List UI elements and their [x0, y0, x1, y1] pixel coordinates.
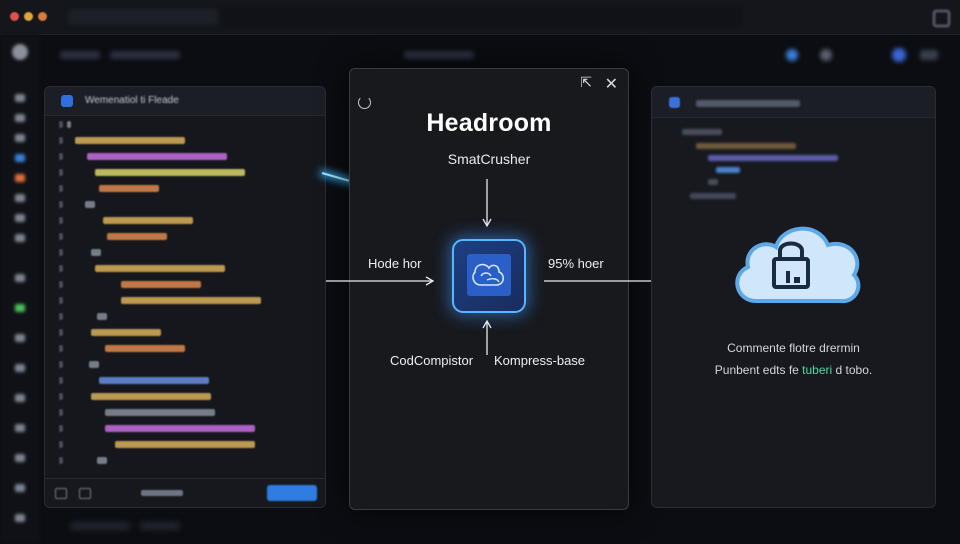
input-arrow: [326, 276, 435, 286]
code-line: [99, 377, 209, 384]
activity-bar: [0, 34, 40, 544]
line-marker: [59, 281, 63, 288]
storage-panel-header: [652, 87, 935, 118]
kompress-base-label: Kompress-base: [494, 353, 586, 368]
panel-icon: [669, 97, 680, 108]
highlight-text: tuberi: [802, 363, 833, 377]
code-line: [107, 233, 167, 240]
down-arrow: [482, 179, 492, 228]
code-line: [75, 137, 185, 144]
code-panel-title: Wemenatiol ti Fleade: [85, 95, 179, 106]
code-line: [87, 153, 227, 160]
compressor-core[interactable]: [452, 239, 526, 313]
code-line: [97, 457, 107, 464]
headroom-modal: ⇱ ✕ Headroom SmatCrusher Hode hor 95% ho…: [349, 68, 629, 510]
line-marker: [59, 297, 63, 304]
code-panel-header: Wemenatiol ti Fleade: [45, 87, 325, 116]
layout-icon[interactable]: [933, 10, 950, 27]
code-panel-footer: [45, 478, 325, 507]
close-window-dot[interactable]: [10, 12, 19, 21]
code-line: [121, 281, 201, 288]
code-line: [67, 121, 71, 128]
line-marker: [59, 233, 63, 240]
line-marker: [59, 409, 63, 416]
line-marker: [59, 201, 63, 208]
code-line: [121, 297, 261, 304]
footer-label: [141, 490, 183, 496]
status-line-1: Commente flotre drermin: [727, 341, 860, 355]
line-marker: [59, 265, 63, 272]
line-marker: [59, 121, 63, 128]
line-marker: [59, 249, 63, 256]
blurred-code: [682, 129, 882, 209]
code-line: [89, 361, 99, 368]
output-label: 95% hoer: [548, 256, 604, 271]
image-icon[interactable]: [79, 488, 91, 499]
close-icon[interactable]: ✕: [605, 74, 618, 94]
code-line: [115, 441, 255, 448]
code-line: [91, 393, 211, 400]
code-line: [105, 409, 215, 416]
smartcrusher-label: SmatCrusher: [447, 151, 531, 167]
line-marker: [59, 137, 63, 144]
code-line: [103, 217, 193, 224]
compressor-icon: [467, 254, 511, 296]
modal-title: Headroom: [426, 109, 552, 137]
code-line: [105, 425, 255, 432]
window-tab[interactable]: [68, 9, 218, 25]
minimize-window-dot[interactable]: [24, 12, 33, 21]
panel-title: [696, 100, 800, 107]
line-marker: [59, 329, 63, 336]
line-marker: [59, 153, 63, 160]
storage-panel: Commente flotre drermin Punbent edts fe …: [651, 86, 936, 508]
line-marker: [59, 361, 63, 368]
line-marker: [59, 169, 63, 176]
code-line: [91, 249, 101, 256]
line-marker: [59, 441, 63, 448]
code-line: [105, 345, 185, 352]
bottom-status-bar: [40, 512, 960, 544]
code-line: [97, 313, 107, 320]
reload-icon[interactable]: [358, 96, 371, 109]
line-marker: [59, 425, 63, 432]
input-label: Hode hor: [368, 256, 422, 271]
code-line: [95, 265, 225, 272]
line-marker: [59, 345, 63, 352]
command-search-bar[interactable]: [222, 7, 742, 27]
expand-icon[interactable]: ⇱: [580, 74, 592, 91]
file-icon: [61, 95, 73, 107]
apply-button[interactable]: [267, 485, 317, 501]
code-line: [91, 329, 161, 336]
up-arrow: [482, 319, 492, 355]
cloud-lock-icon: [735, 226, 861, 304]
window-titlebar: [0, 0, 960, 35]
line-marker: [59, 457, 63, 464]
code-editor-panel: Wemenatiol ti Fleade: [44, 86, 326, 508]
line-marker: [59, 313, 63, 320]
code-line: [95, 169, 245, 176]
line-marker: [59, 393, 63, 400]
code-line: [85, 201, 95, 208]
line-marker: [59, 217, 63, 224]
code-line: [99, 185, 159, 192]
copy-icon[interactable]: [55, 488, 67, 499]
status-line-2: Punbent edts fe tuberi d tobo.: [714, 363, 873, 377]
code-lines: [45, 115, 325, 481]
line-marker: [59, 185, 63, 192]
editor-toolbar: [40, 40, 960, 70]
maximize-window-dot[interactable]: [38, 12, 47, 21]
line-marker: [59, 377, 63, 384]
codecompressor-label: CodCompistor: [390, 353, 474, 368]
